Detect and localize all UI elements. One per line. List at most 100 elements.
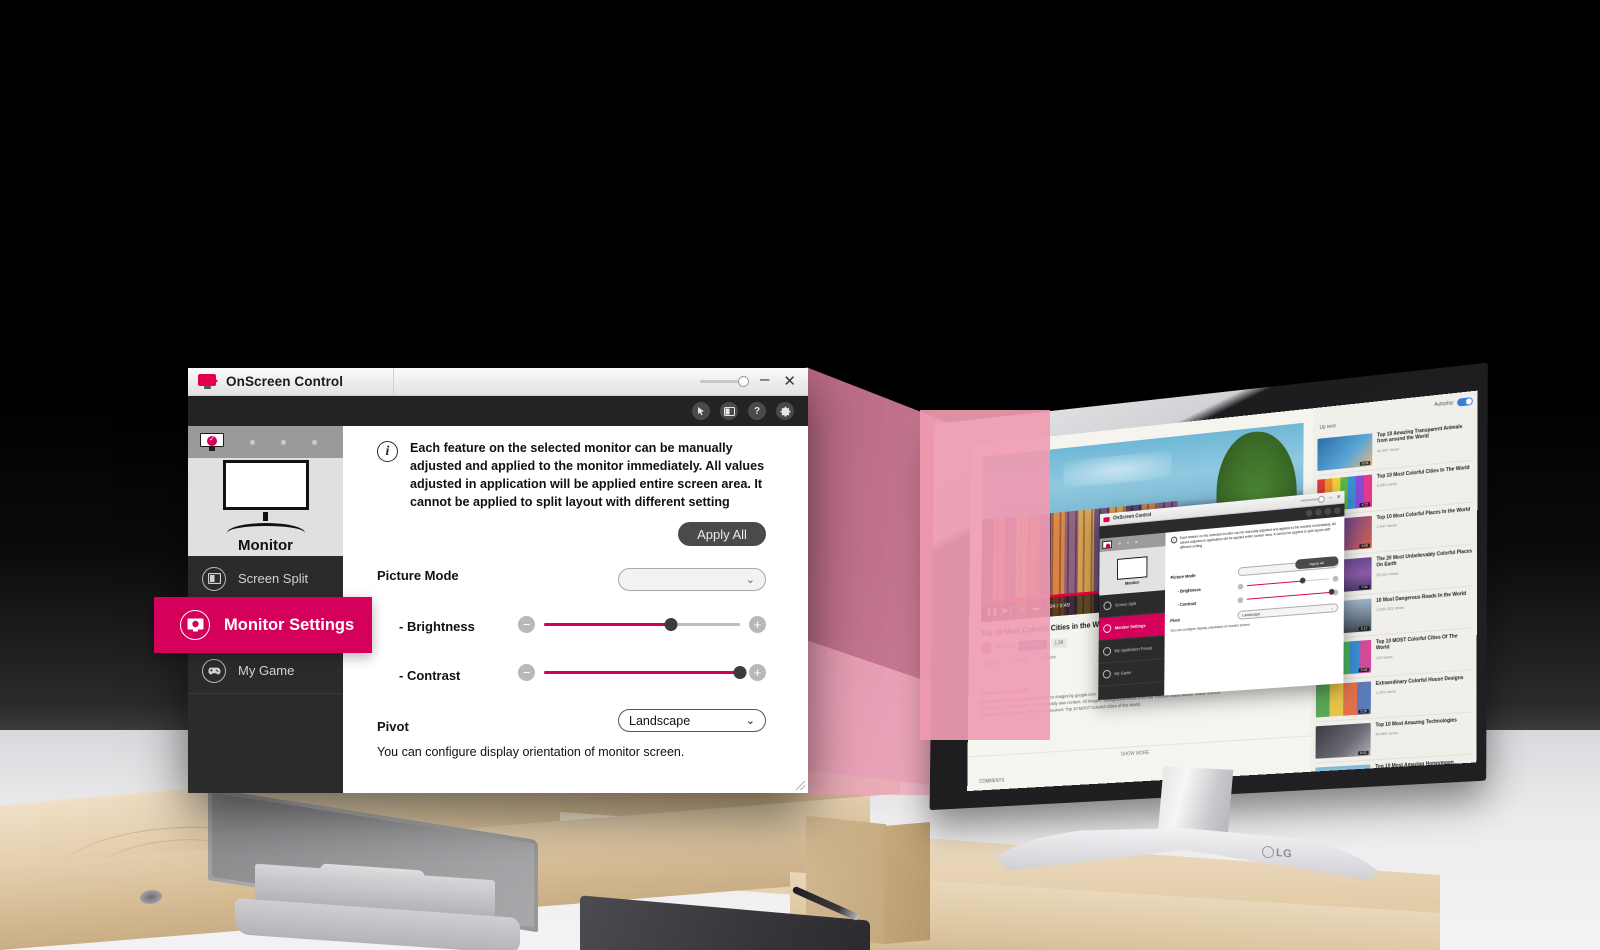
chevron-down-icon: ⌄ (745, 574, 755, 586)
mini-nav-icon (1102, 669, 1111, 679)
minimize-button[interactable]: – (760, 370, 769, 387)
contrast-track[interactable] (544, 666, 747, 679)
video-duration: 6:12 (1358, 626, 1370, 631)
apply-all-button[interactable]: Apply All (678, 522, 766, 546)
screen-split-icon (202, 566, 226, 591)
titlebar[interactable]: OnScreen Control – ✕ (188, 367, 808, 396)
mini-monitor-selected-icon[interactable] (1102, 540, 1113, 549)
mini-picture-mode-label: Picture Mode (1170, 572, 1196, 580)
mini-sidebar-item-label: Monitor Settings (1114, 623, 1146, 631)
mini-brightness-label: - Brightness (1177, 587, 1201, 594)
contrast-minus-button[interactable]: − (518, 664, 535, 681)
mini-brightness-slider[interactable] (1237, 575, 1339, 590)
video-info: Extraordinary Colorful House Designs 1,29… (1376, 674, 1472, 713)
chevron-down-icon: ⌄ (1330, 605, 1334, 611)
projection-wedge-front (920, 410, 1050, 740)
window-body: Monitor Screen SplitMonitor SettingsMy A… (154, 426, 808, 793)
pointer-icon[interactable] (692, 402, 710, 420)
monitor-selector-strip[interactable] (188, 426, 343, 458)
window-controls[interactable]: – ✕ (699, 370, 808, 390)
video-thumbnail[interactable]: 8:01 (1315, 722, 1371, 759)
monitor-preview-screen (222, 460, 309, 510)
video-info: Top 10 Amazing Transparent Animals from … (1377, 423, 1473, 465)
help-icon[interactable]: ? (748, 402, 766, 420)
mini-sidebar-item-my-game[interactable]: My Game (1098, 659, 1165, 687)
close-button[interactable]: ✕ (783, 374, 796, 389)
mini-minimize-button[interactable]: – (1329, 495, 1332, 501)
brightness-knob[interactable] (664, 618, 678, 631)
monitor-preview-foot (226, 523, 305, 533)
mini-pointer-icon[interactable] (1305, 509, 1313, 517)
video-duration: 7:04 (1359, 584, 1370, 590)
sidebar-item-label: Monitor Settings (224, 615, 355, 634)
sidebar-item-label: Screen Split (238, 571, 309, 586)
mini-brightness-track[interactable] (1246, 577, 1329, 587)
contrast-knob[interactable] (733, 666, 747, 679)
mini-opacity-slider[interactable] (1300, 497, 1325, 502)
sidebar-nav: Screen SplitMonitor SettingsMy Applicati… (154, 556, 372, 793)
mini-info-icon: i (1170, 536, 1178, 544)
sidebar-item-label: My Game (238, 663, 295, 678)
brightness-slider[interactable]: − + (518, 616, 766, 633)
mini-window-controls[interactable]: – ✕ (1300, 494, 1341, 504)
video-duration: 8:01 (1358, 750, 1369, 756)
monitor-slot-3[interactable] (281, 439, 286, 445)
settings-gear-icon[interactable] (776, 402, 794, 420)
picture-mode-select[interactable]: ⌄ (618, 568, 766, 591)
picture-mode-label: Picture Mode (377, 567, 459, 583)
pivot-select[interactable]: Landscape ⌄ (618, 709, 766, 732)
sidebar: Monitor Screen SplitMonitor SettingsMy A… (154, 426, 372, 793)
contrast-slider[interactable]: − + (518, 664, 766, 681)
screen-split-icon[interactable] (720, 402, 738, 420)
contrast-row: - Contrast − + (377, 664, 766, 683)
brightness-plus-button[interactable]: + (749, 616, 766, 633)
mini-monitor-slot[interactable] (1118, 542, 1121, 545)
monitor-slot-2[interactable] (250, 439, 255, 445)
show-more-button[interactable]: SHOW MORE (967, 735, 1312, 767)
mini-monitor-slot[interactable] (1135, 540, 1138, 544)
subscriber-count: 1.2K (1050, 637, 1068, 649)
video-duration: 4:22 (1359, 502, 1371, 508)
pivot-label: Pivot (377, 718, 409, 734)
lg-monitor-logo-icon (198, 374, 218, 389)
sidebar-item-screen-split[interactable]: Screen Split (188, 556, 343, 602)
autoplay-toggle[interactable] (1457, 397, 1473, 407)
resize-grip[interactable] (796, 781, 805, 790)
contrast-label: - Contrast (399, 667, 461, 683)
mini-contrast-track[interactable] (1246, 588, 1335, 601)
lg-monitor-logo-icon (1103, 516, 1110, 522)
mini-brightness-knob[interactable] (1299, 577, 1306, 584)
opacity-slider[interactable] (699, 376, 749, 387)
mini-content: i Each feature on the selected monitor c… (1164, 516, 1345, 696)
mini-plus-button[interactable] (1332, 575, 1339, 582)
mini-monitor-slot[interactable] (1126, 541, 1129, 545)
onscreen-control-window[interactable]: OnScreen Control – ✕ ? ✓ Monitor Screen … (154, 367, 808, 793)
brightness-row: - Brightness − + (377, 616, 766, 634)
mini-contrast-slider[interactable] (1237, 588, 1339, 603)
brightness-minus-button[interactable]: − (518, 616, 535, 633)
toolbar[interactable]: ? (188, 396, 808, 426)
sidebar-item-monitor-settings[interactable]: Monitor Settings (154, 597, 372, 653)
mini-help-icon[interactable] (1324, 507, 1332, 516)
mini-minus-button[interactable] (1237, 583, 1244, 590)
monitor-slot-4[interactable] (312, 439, 317, 445)
mini-close-button[interactable]: ✕ (1337, 494, 1341, 500)
lg-circle-icon (1261, 845, 1275, 859)
monitor-selected-icon[interactable] (200, 433, 224, 451)
mini-sidebar-item-label: My Application Preset (1114, 645, 1153, 654)
mini-sidebar-item-label: My Game (1114, 670, 1132, 677)
gamepad-icon (202, 658, 226, 683)
video-duration: 3:18 (1358, 667, 1370, 673)
mini-settings-gear-icon[interactable] (1334, 506, 1341, 515)
video-thumbnail[interactable]: 9:08 (1317, 433, 1373, 472)
contrast-plus-button[interactable]: + (749, 664, 766, 681)
video-thumbnail[interactable]: 5:26 (1315, 681, 1371, 718)
sidebar-item-my-game[interactable]: My Game (188, 648, 343, 694)
onscreen-control-window-mirror[interactable]: OnScreen Control – ✕ Monitor Screen Spli… (1098, 490, 1345, 701)
video-duration: 4:55 (1359, 543, 1370, 549)
brightness-label: - Brightness (399, 618, 475, 634)
mini-minus-button[interactable] (1237, 596, 1244, 603)
brightness-track[interactable] (544, 618, 740, 631)
mini-screen-split-icon[interactable] (1315, 508, 1322, 517)
video-info: Top 10 Most Colorful Places In the World… (1376, 507, 1472, 548)
